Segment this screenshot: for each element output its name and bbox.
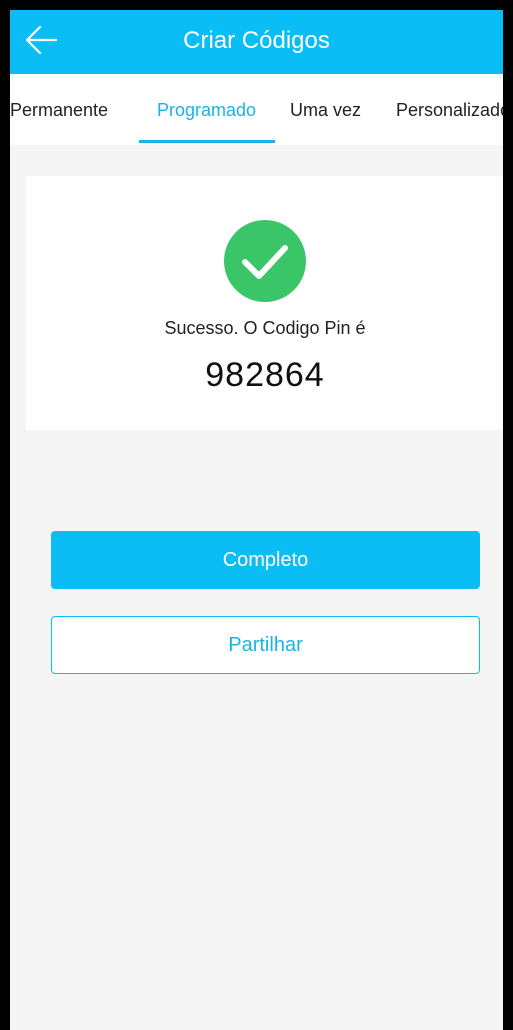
tab-permanente[interactable]: Permanente [10, 74, 108, 145]
check-circle-icon [224, 220, 306, 302]
app-screen: Criar Códigos Permanente Programado Uma … [10, 10, 503, 1030]
app-bar: Criar Códigos [10, 10, 503, 74]
page-title: Criar Códigos [183, 27, 330, 54]
active-tab-indicator [139, 140, 275, 143]
tab-personalizado[interactable]: Personalizado [396, 74, 503, 145]
complete-button[interactable]: Completo [51, 531, 480, 589]
tab-uma-vez[interactable]: Uma vez [290, 74, 361, 145]
pin-code: 982864 [205, 356, 325, 394]
code-type-tabs: Permanente Programado Uma vez Personaliz… [10, 74, 503, 145]
success-message: Sucesso. O Codigo Pin é [164, 318, 366, 338]
share-button[interactable]: Partilhar [51, 616, 480, 674]
back-button[interactable] [16, 19, 62, 63]
tab-programado[interactable]: Programado [157, 74, 256, 145]
success-card: Sucesso. O Codigo Pin é 982864 [26, 176, 503, 430]
arrow-left-icon [25, 25, 58, 55]
